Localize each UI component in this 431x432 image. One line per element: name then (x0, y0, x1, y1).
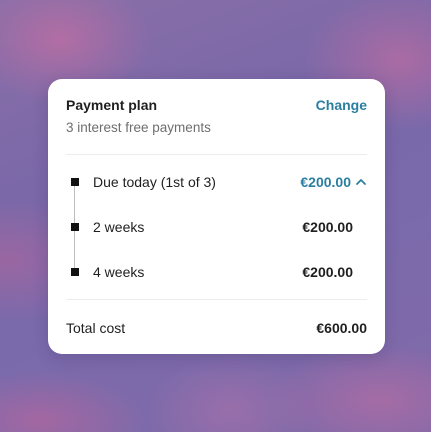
total-cost-amount: €600.00 (316, 320, 367, 336)
timeline-marker-icon (71, 268, 79, 276)
card-header: Payment plan 3 interest free payments Ch… (66, 79, 367, 154)
chevron-up-icon (356, 179, 366, 185)
payment-plan-subtitle: 3 interest free payments (66, 120, 211, 135)
total-row: Total cost €600.00 (66, 300, 367, 355)
payment-label: Due today (1st of 3) (93, 174, 216, 190)
payment-label: 4 weeks (93, 264, 145, 280)
total-cost-label: Total cost (66, 320, 126, 336)
payment-plan-title: Payment plan (66, 97, 158, 113)
payment-row-2-weeks: 2 weeks €200.00 (66, 218, 367, 238)
payment-plan-card: Payment plan 3 interest free payments Ch… (48, 79, 385, 354)
payment-amount: €200.00 (302, 219, 353, 235)
payment-amount-toggle[interactable]: €200.00 (300, 174, 367, 190)
payment-amount: €200.00 (302, 264, 353, 280)
payment-label: 2 weeks (93, 219, 145, 235)
timeline-marker-icon (71, 178, 79, 186)
payment-schedule: Due today (1st of 3) €200.00 2 weeks €20… (66, 155, 367, 299)
change-link[interactable]: Change (316, 97, 367, 113)
timeline-marker-icon (71, 223, 79, 231)
payment-row-4-weeks: 4 weeks €200.00 (66, 263, 367, 283)
payment-row-due-today[interactable]: Due today (1st of 3) €200.00 (66, 173, 367, 193)
payment-amount: €200.00 (300, 174, 351, 190)
